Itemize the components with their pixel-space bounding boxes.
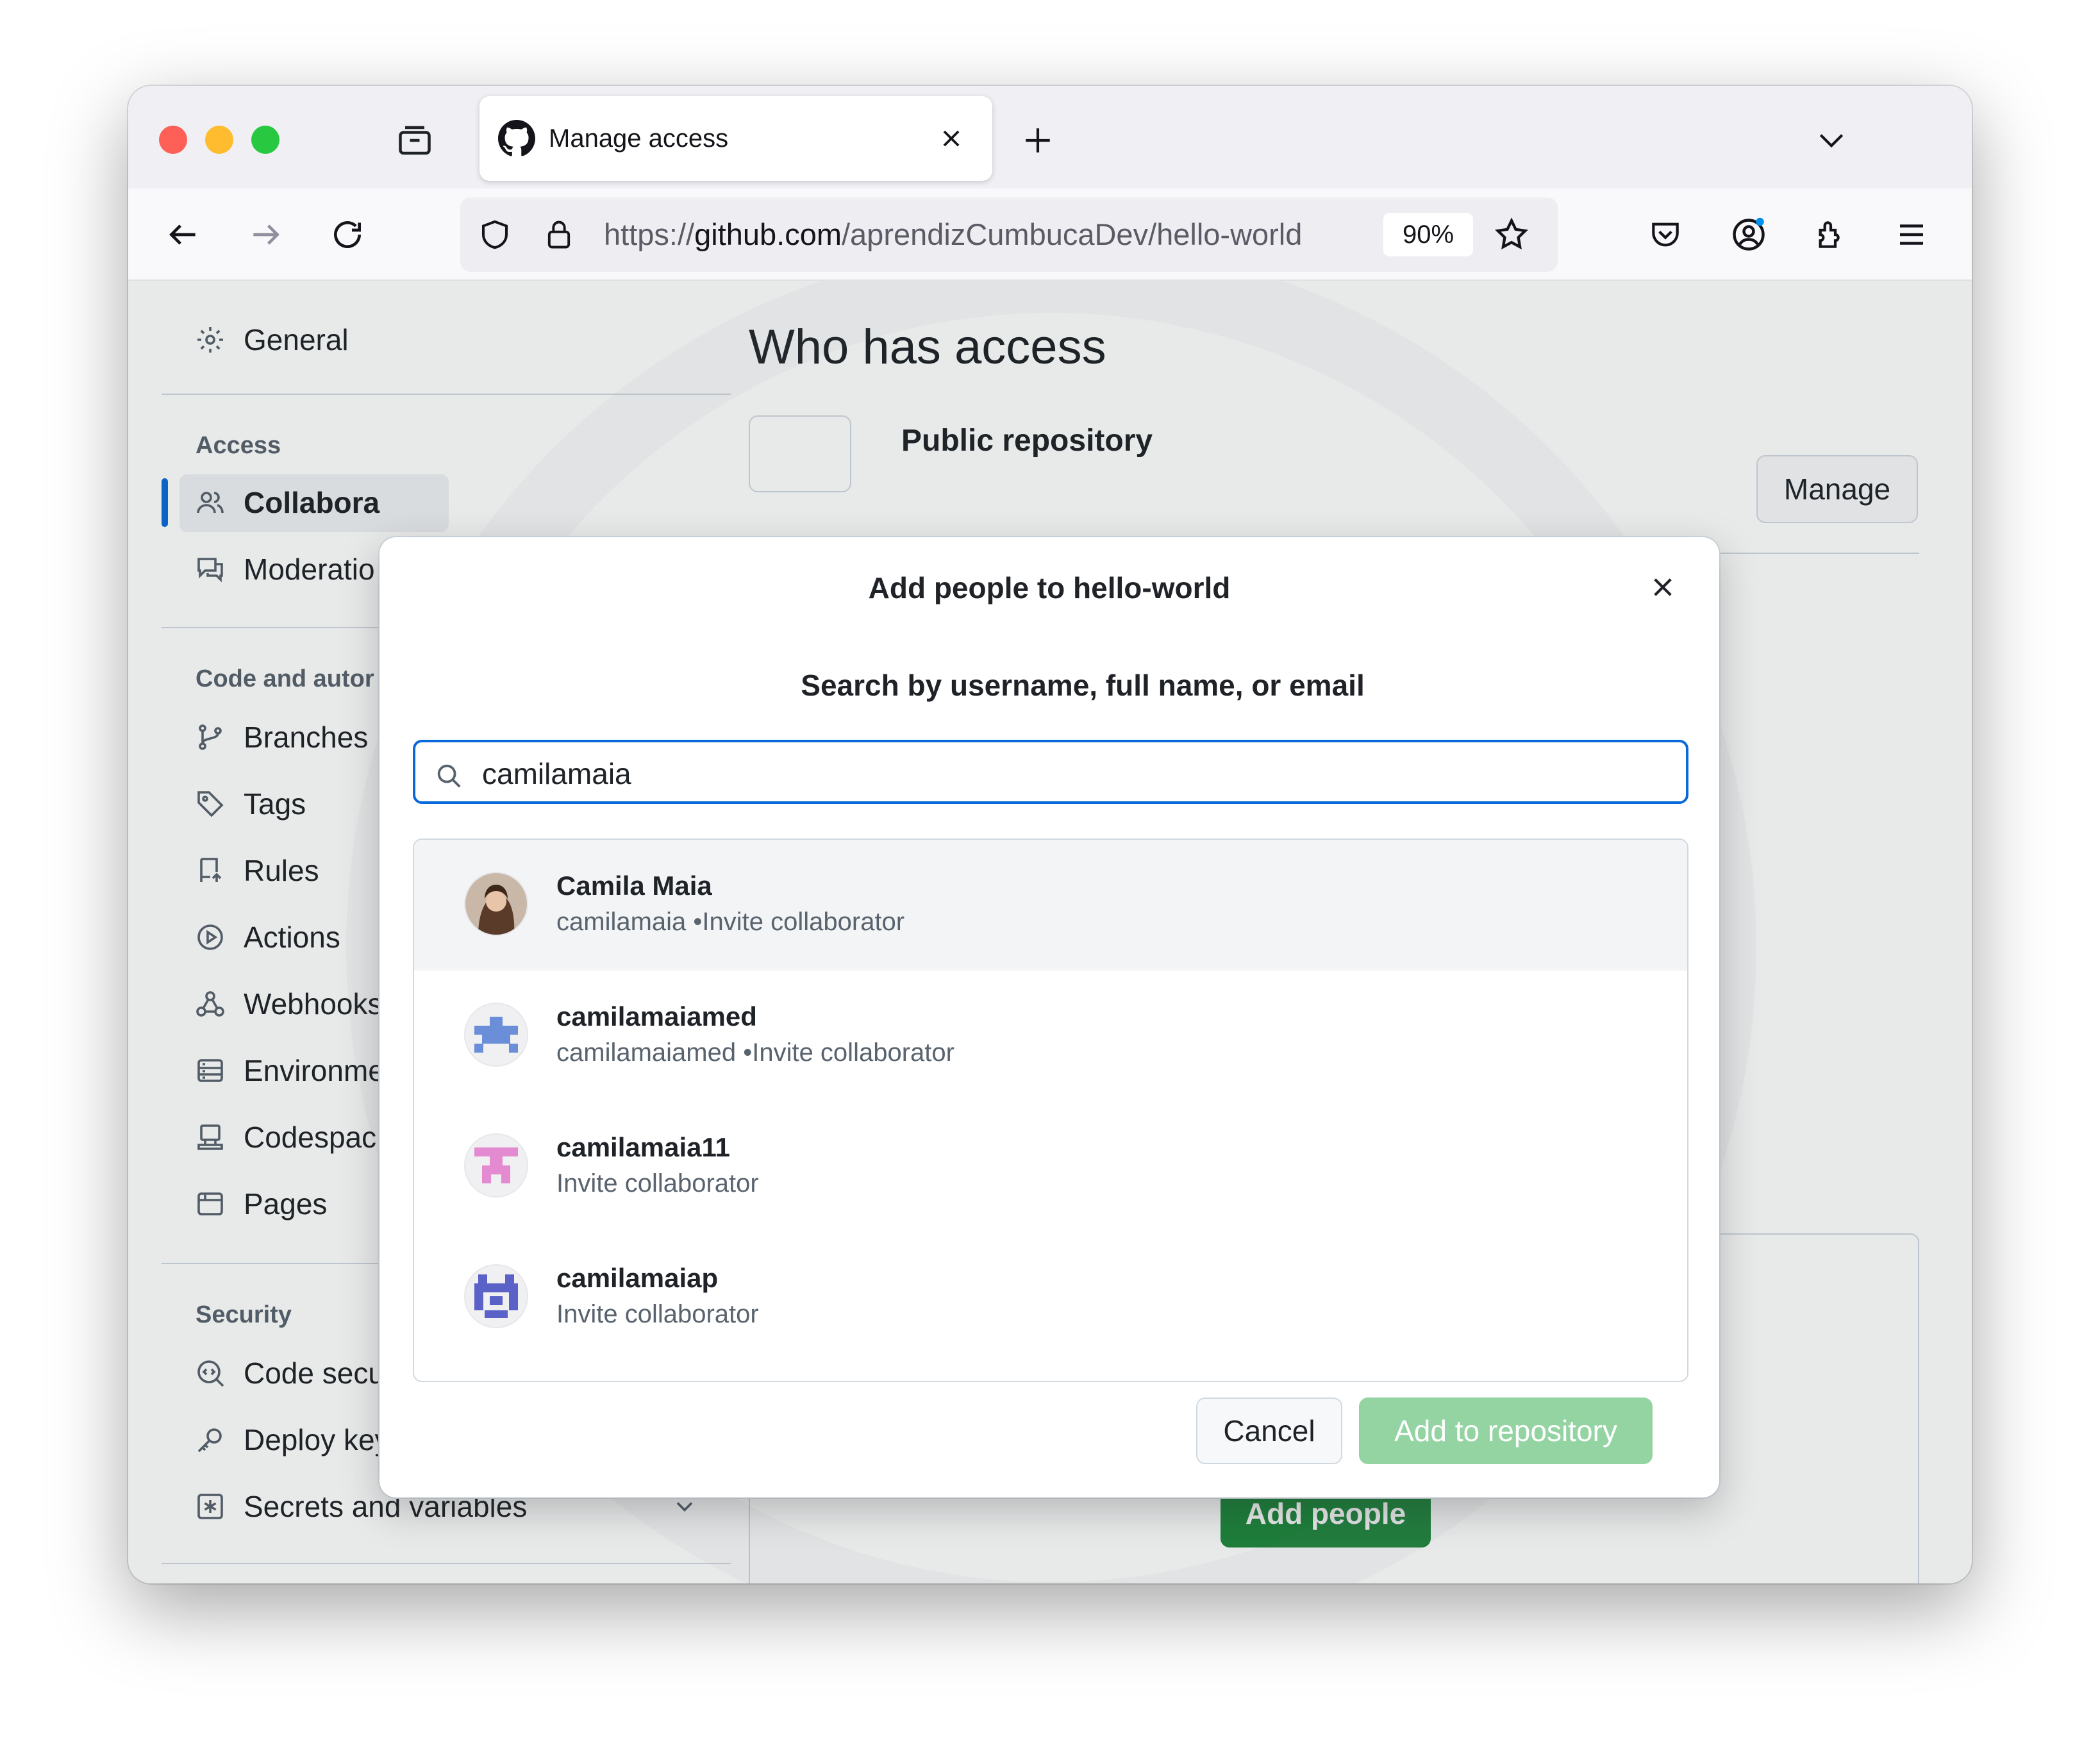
- back-icon[interactable]: [160, 212, 206, 258]
- bookmark-star-icon[interactable]: [1490, 213, 1533, 256]
- account-icon[interactable]: [1726, 212, 1772, 258]
- result-subtext: camilamaiamed •Invite collaborator: [556, 1039, 954, 1067]
- maximize-window-button[interactable]: [251, 126, 279, 154]
- tab-overview-icon[interactable]: [392, 118, 437, 163]
- zoom-level-badge[interactable]: 90%: [1383, 213, 1473, 256]
- close-tab-icon[interactable]: [935, 122, 968, 155]
- url-text[interactable]: https://github.com/aprendizCumbucaDev/he…: [604, 217, 1386, 252]
- minimize-window-button[interactable]: [205, 126, 233, 154]
- avatar: [465, 1135, 527, 1196]
- search-icon: [432, 759, 465, 792]
- tab-strip: Manage access: [128, 86, 1972, 188]
- list-item[interactable]: camilamaiamed camilamaiamed •Invite coll…: [414, 971, 1687, 1101]
- result-subtext: Invite collaborator: [556, 1169, 759, 1197]
- result-subtext: camilamaia •Invite collaborator: [556, 908, 905, 936]
- close-window-button[interactable]: [159, 126, 187, 154]
- search-input[interactable]: camilamaia: [413, 740, 1688, 804]
- result-name: camilamaiamed: [556, 1001, 757, 1031]
- tab-manage-access[interactable]: Manage access: [479, 96, 992, 181]
- github-settings-page: General Access Collabora Moderatio Code …: [128, 281, 1972, 1583]
- github-logo-icon: [497, 119, 536, 158]
- lock-icon[interactable]: [538, 214, 579, 255]
- avatar: [465, 873, 527, 935]
- avatar: [465, 1004, 527, 1065]
- forward-icon[interactable]: [242, 212, 288, 258]
- search-value: camilamaia: [482, 757, 631, 790]
- tab-title: Manage access: [549, 124, 729, 153]
- address-bar[interactable]: https://github.com/aprendizCumbucaDev/he…: [460, 197, 1558, 272]
- navigation-toolbar: https://github.com/aprendizCumbucaDev/he…: [128, 188, 1972, 281]
- browser-window: Manage access https://github.com/aprendi…: [128, 86, 1972, 1583]
- close-dialog-icon[interactable]: [1641, 565, 1685, 609]
- avatar: [465, 1265, 527, 1327]
- tracking-protection-shield-icon[interactable]: [474, 214, 515, 255]
- list-item[interactable]: camilamaia11 Invite collaborator: [414, 1101, 1687, 1232]
- pocket-icon[interactable]: [1642, 212, 1688, 258]
- new-tab-icon[interactable]: [1015, 118, 1060, 163]
- hamburger-menu-icon[interactable]: [1888, 212, 1935, 258]
- list-item[interactable]: Camila Maia camilamaia •Invite collabora…: [414, 840, 1687, 971]
- result-name: camilamaia11: [556, 1132, 730, 1162]
- result-subtext: Invite collaborator: [556, 1300, 759, 1328]
- dialog-subtitle: Search by username, full name, or email: [801, 669, 1365, 702]
- dialog-title: Add people to hello-world: [868, 571, 1231, 605]
- list-all-tabs-icon[interactable]: [1809, 118, 1854, 163]
- extensions-puzzle-icon[interactable]: [1808, 212, 1854, 258]
- cancel-button[interactable]: Cancel: [1196, 1397, 1342, 1464]
- add-people-dialog: Add people to hello-world Search by user…: [379, 537, 1719, 1498]
- result-name: camilamaiap: [556, 1263, 719, 1293]
- list-item[interactable]: camilamaiap Invite collaborator: [414, 1232, 1687, 1363]
- search-results-list: Camila Maia camilamaia •Invite collabora…: [413, 838, 1688, 1382]
- add-to-repository-button[interactable]: Add to repository: [1359, 1397, 1653, 1464]
- reload-icon[interactable]: [324, 212, 371, 258]
- result-name: Camila Maia: [556, 871, 712, 901]
